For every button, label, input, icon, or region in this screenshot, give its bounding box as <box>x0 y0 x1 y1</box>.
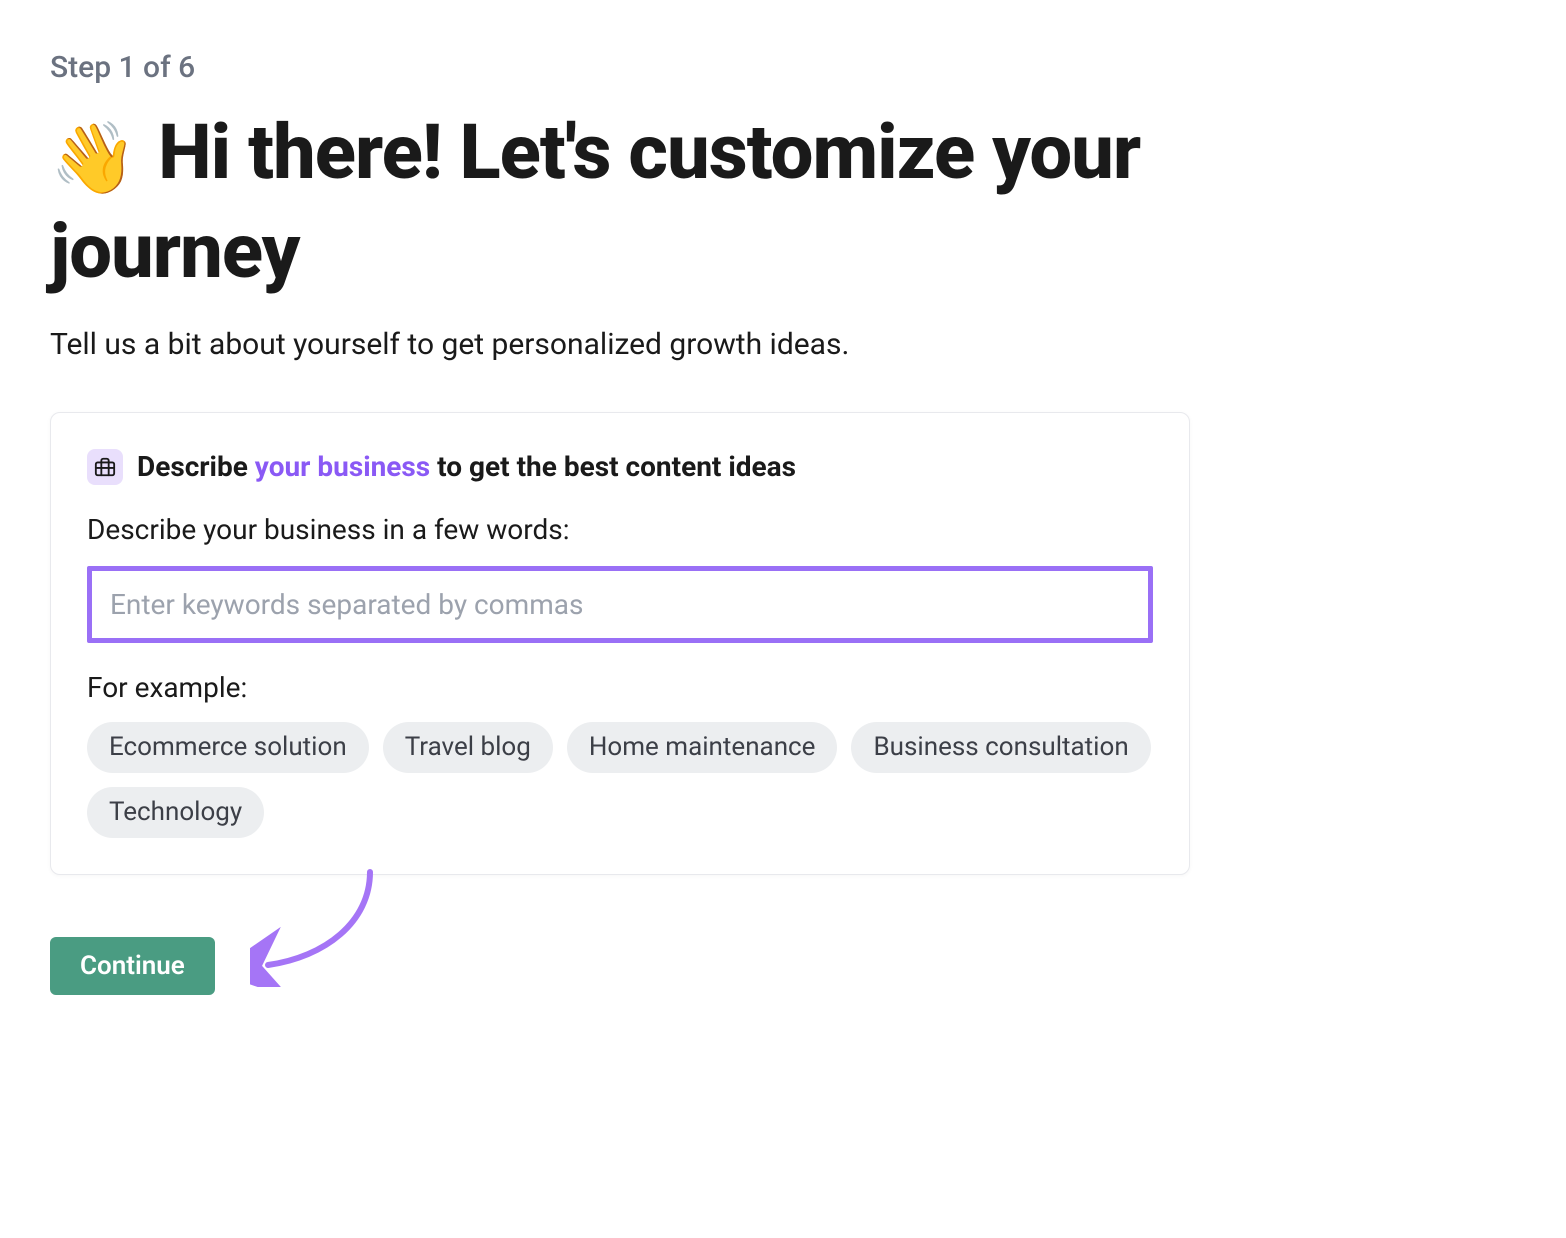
example-chip-consultation[interactable]: Business consultation <box>851 722 1150 773</box>
examples-block: For example: Ecommerce solution Travel b… <box>87 671 1153 838</box>
page-subtitle: Tell us a bit about yourself to get pers… <box>50 327 1190 362</box>
business-input-label: Describe your business in a few words: <box>87 513 1153 546</box>
example-chip-travel[interactable]: Travel blog <box>383 722 553 773</box>
card-title-after: to get the best content ideas <box>430 450 796 483</box>
example-chip-ecommerce[interactable]: Ecommerce solution <box>87 722 369 773</box>
page-title: 👋 Hi there! Let's customize your journey <box>50 105 1190 299</box>
step-indicator: Step 1 of 6 <box>50 50 1190 85</box>
card-title-before: Describe <box>137 450 255 483</box>
example-chips: Ecommerce solution Travel blog Home main… <box>87 722 1153 838</box>
business-description-card: Describe your business to get the best c… <box>50 412 1190 875</box>
card-title-highlight: your business <box>255 450 430 483</box>
continue-button[interactable]: Continue <box>50 937 215 995</box>
briefcase-icon <box>87 449 123 485</box>
examples-label: For example: <box>87 671 1153 704</box>
actions-row: Continue <box>50 937 1190 995</box>
example-chip-home[interactable]: Home maintenance <box>567 722 838 773</box>
arrow-annotation-icon <box>250 867 400 991</box>
card-header: Describe your business to get the best c… <box>87 449 1153 485</box>
wave-emoji: 👋 <box>50 118 136 200</box>
business-keywords-input[interactable] <box>87 566 1153 643</box>
page-title-text: Hi there! Let's customize your journey <box>50 107 1140 296</box>
example-chip-technology[interactable]: Technology <box>87 787 264 838</box>
card-title: Describe your business to get the best c… <box>137 450 796 483</box>
